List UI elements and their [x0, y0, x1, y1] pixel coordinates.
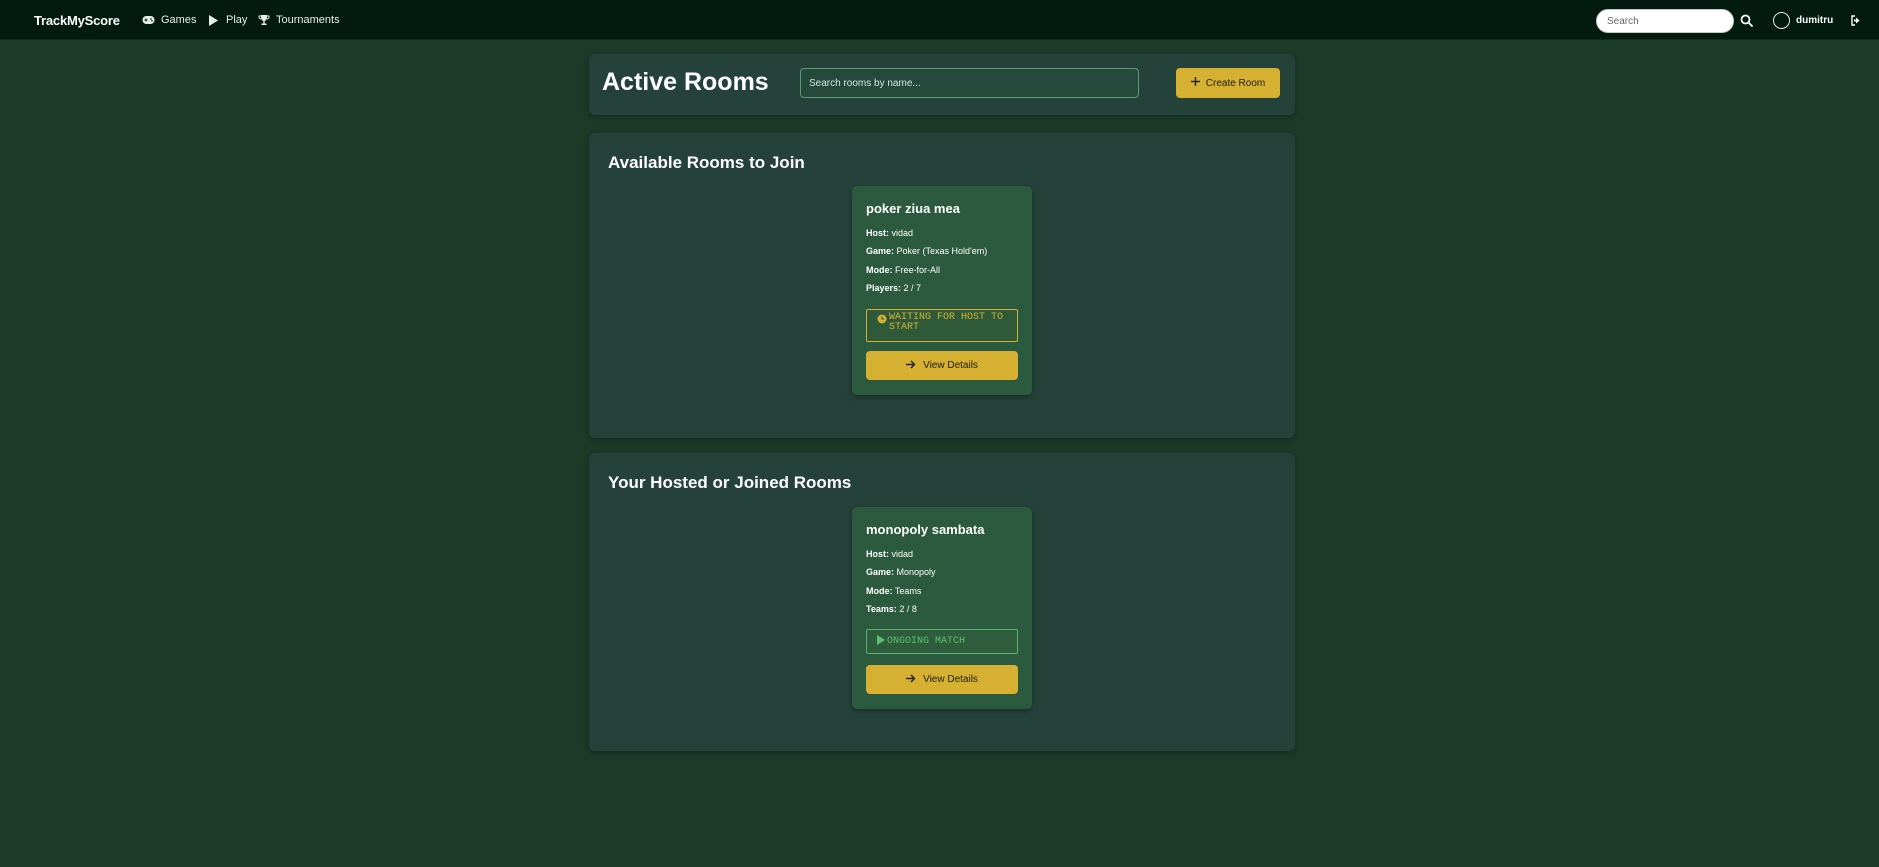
view-details-button[interactable]: View Details	[866, 665, 1018, 694]
teams-value: 2 / 8	[899, 604, 917, 614]
mode-key: Mode:	[866, 586, 893, 596]
room-card: poker ziua mea Host: vidad Game: Poker (…	[852, 186, 1032, 395]
section-title: Available Rooms to Join	[608, 153, 805, 172]
game-key: Game:	[866, 567, 895, 577]
mode-value: Free-for-All	[895, 265, 941, 275]
status-text: WAITING FOR HOST TO START	[889, 312, 1004, 333]
nav-link-tournaments[interactable]: Tournaments	[257, 0, 340, 40]
create-room-label: Create Room	[1205, 77, 1266, 89]
logout-icon[interactable]	[1849, 13, 1863, 27]
brand-logo[interactable]: TrackMyScore	[34, 0, 120, 40]
host-value: vidad	[891, 228, 914, 238]
host-value: vidad	[891, 549, 914, 559]
room-players: Players: 2 / 7	[866, 283, 921, 293]
navbar: TrackMyScore Games Play Tournaments dumi…	[0, 0, 1879, 40]
nav-link-label: Tournaments	[276, 14, 340, 26]
clock-icon	[877, 314, 887, 328]
room-name: monopoly sambata	[866, 522, 985, 537]
gamepad-icon	[142, 14, 155, 27]
play-icon	[877, 634, 885, 649]
room-name: poker ziua mea	[866, 201, 960, 216]
status-badge: ONGOING MATCH	[866, 629, 1018, 654]
view-details-button[interactable]: View Details	[866, 351, 1018, 380]
status-badge: WAITING FOR HOST TO START	[866, 309, 1018, 342]
avatar	[1773, 11, 1790, 29]
plus-icon	[1190, 77, 1200, 89]
nav-link-label: Play	[226, 14, 248, 26]
view-details-label: View Details	[923, 674, 978, 685]
room-game: Game: Monopoly	[866, 567, 936, 577]
nav-link-games[interactable]: Games	[142, 0, 196, 40]
mode-value: Teams	[894, 586, 922, 596]
host-key: Host:	[866, 228, 889, 238]
game-value: Poker (Texas Hold'em)	[896, 246, 988, 256]
user-menu[interactable]: dumitru	[1773, 0, 1833, 40]
trophy-icon	[257, 14, 270, 27]
search-icon[interactable]	[1738, 12, 1754, 28]
rooms-header: Active Rooms Create Room	[589, 54, 1295, 115]
room-card: monopoly sambata Host: vidad Game: Monop…	[852, 507, 1032, 709]
page-title: Active Rooms	[602, 68, 769, 96]
available-rooms-section: Available Rooms to Join poker ziua mea H…	[589, 133, 1295, 438]
host-key: Host:	[866, 549, 889, 559]
status-text: ONGOING MATCH	[887, 635, 966, 647]
play-icon	[207, 14, 220, 27]
room-host: Host: vidad	[866, 228, 913, 238]
room-search-input[interactable]	[800, 68, 1139, 98]
players-value: 2 / 7	[903, 283, 922, 293]
room-mode: Mode: Teams	[866, 586, 921, 596]
view-details-label: View Details	[923, 360, 978, 371]
your-rooms-section: Your Hosted or Joined Rooms monopoly sam…	[589, 453, 1295, 751]
game-key: Game:	[866, 246, 895, 256]
room-host: Host: vidad	[866, 549, 913, 559]
create-room-button[interactable]: Create Room	[1176, 68, 1280, 98]
game-value: Monopoly	[896, 567, 936, 577]
nav-link-play[interactable]: Play	[207, 0, 247, 40]
room-mode: Mode: Free-for-All	[866, 265, 940, 275]
username: dumitru	[1796, 14, 1834, 26]
mode-key: Mode:	[866, 265, 893, 275]
arrow-right-icon	[906, 674, 916, 686]
nav-search-input[interactable]	[1596, 9, 1734, 33]
room-game: Game: Poker (Texas Hold'em)	[866, 246, 987, 256]
arrow-right-icon	[906, 360, 916, 372]
players-key: Players:	[866, 283, 902, 293]
room-teams: Teams: 2 / 8	[866, 604, 917, 614]
teams-key: Teams:	[866, 604, 897, 614]
section-title: Your Hosted or Joined Rooms	[608, 473, 852, 492]
nav-link-label: Games	[161, 14, 197, 26]
